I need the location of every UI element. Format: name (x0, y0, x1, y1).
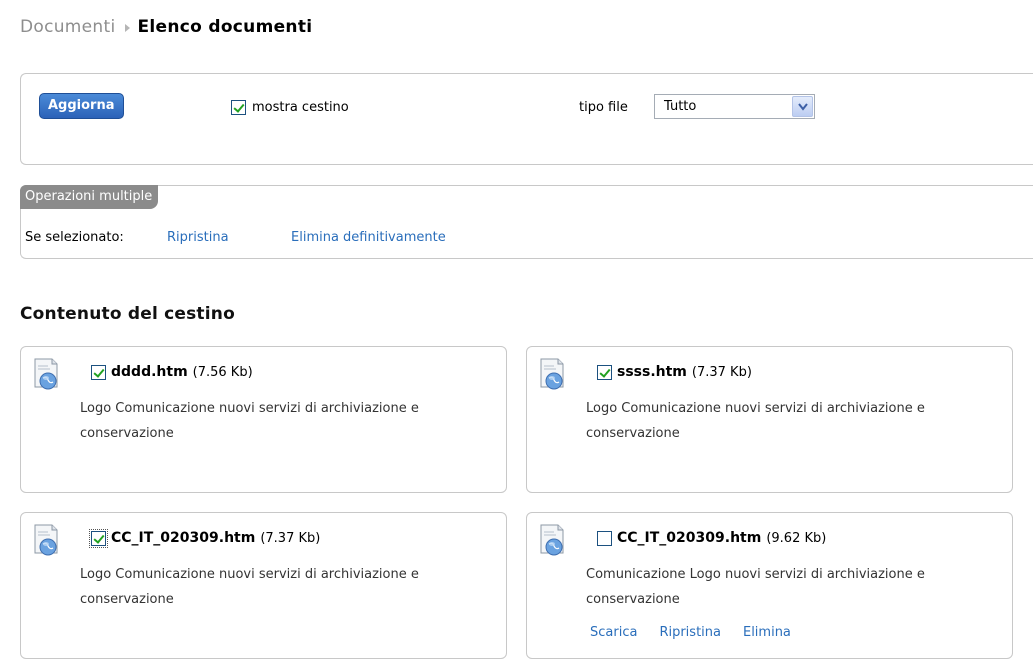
item-checkbox[interactable] (597, 364, 612, 380)
trash-item-card: ssss.htm (7.37 Kb) Logo Comunicazione nu… (526, 346, 1013, 493)
file-type-select[interactable]: Tutto (654, 94, 815, 119)
page-title: Elenco documenti (137, 17, 313, 37)
file-type-label: tipo file (579, 100, 628, 115)
refresh-button[interactable]: Aggiorna (39, 93, 124, 119)
download-link[interactable]: Scarica (590, 625, 637, 640)
restore-selected-link[interactable]: Ripristina (167, 230, 229, 245)
show-trash-toggle[interactable]: mostra cestino (231, 100, 349, 115)
restore-link[interactable]: Ripristina (659, 625, 721, 640)
trash-item-card: CC_IT_020309.htm (7.37 Kb) Logo Comunica… (20, 512, 507, 659)
multiple-operations-panel: Operazioni multiple Se selezionato: Ripr… (20, 185, 1033, 259)
item-checkbox[interactable] (91, 364, 106, 380)
breadcrumb: Documenti Elenco documenti (20, 17, 312, 37)
file-description: Logo Comunicazione nuovi servizi di arch… (80, 401, 419, 441)
breadcrumb-root[interactable]: Documenti (20, 17, 116, 37)
file-size: (7.37 Kb) (260, 530, 321, 546)
show-trash-checkbox[interactable] (231, 100, 246, 115)
file-name[interactable]: ssss.htm (617, 364, 687, 380)
web-document-icon (33, 357, 61, 391)
file-type-value: Tutto (664, 99, 697, 114)
file-name[interactable]: dddd.htm (111, 364, 188, 380)
file-description: Logo Comunicazione nuovi servizi di arch… (80, 567, 419, 607)
breadcrumb-separator-icon (124, 24, 130, 32)
file-name[interactable]: CC_IT_020309.htm (617, 530, 761, 546)
item-checkbox[interactable] (89, 528, 108, 548)
item-actions: Scarica Ripristina Elimina (590, 625, 813, 640)
delete-permanently-link[interactable]: Elimina definitivamente (291, 230, 446, 245)
file-description: Logo Comunicazione nuovi servizi di arch… (586, 401, 925, 441)
multiple-operations-title: Operazioni multiple (20, 185, 159, 209)
chevron-down-icon[interactable] (792, 96, 813, 117)
web-document-icon (33, 523, 61, 557)
trash-section-title: Contenuto del cestino (20, 304, 235, 324)
delete-link[interactable]: Elimina (743, 625, 791, 640)
filter-panel: Aggiorna mostra cestino tipo file Tutto (20, 73, 1033, 165)
show-trash-label: mostra cestino (252, 100, 349, 115)
file-description: Comunicazione Logo nuovi servizi di arch… (586, 567, 925, 607)
web-document-icon (539, 523, 567, 557)
trash-item-card: dddd.htm (7.56 Kb) Logo Comunicazione nu… (20, 346, 507, 493)
trash-item-card: CC_IT_020309.htm (9.62 Kb) Comunicazione… (526, 512, 1013, 659)
file-size: (7.37 Kb) (691, 364, 752, 380)
file-size: (9.62 Kb) (766, 530, 827, 546)
selected-label: Se selezionato: (25, 230, 124, 245)
item-checkbox[interactable] (597, 530, 612, 546)
file-name[interactable]: CC_IT_020309.htm (111, 530, 255, 546)
file-size: (7.56 Kb) (192, 364, 253, 380)
web-document-icon (539, 357, 567, 391)
